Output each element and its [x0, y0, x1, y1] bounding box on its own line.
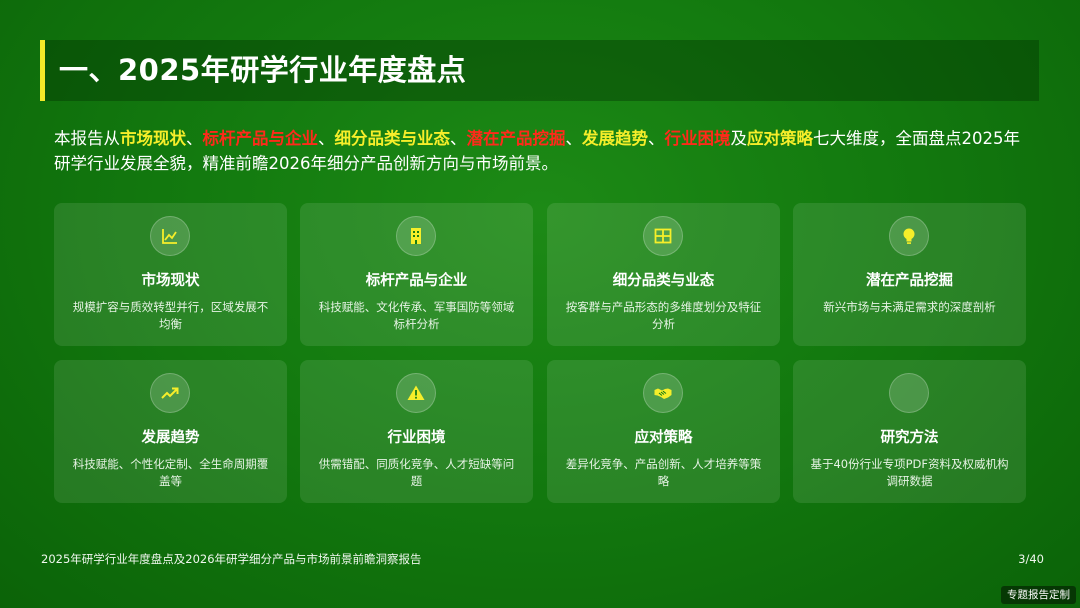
card-title: 市场现状	[141, 273, 200, 289]
watermark-badge: 专题报告定制	[1001, 586, 1076, 604]
intro-highlight: 细分品类与业态	[334, 129, 451, 148]
warning-icon	[396, 373, 436, 413]
intro-text: 、	[450, 129, 467, 148]
card-desc: 规模扩容与质效转型并行，区域发展不均衡	[72, 300, 269, 331]
intro-text: 、	[186, 129, 203, 148]
intro-text: 、	[318, 129, 335, 148]
handshake-icon	[643, 373, 683, 413]
page-title: 一、2025年研学行业年度盘点	[59, 53, 467, 87]
intro-highlight: 标杆产品与企业	[202, 129, 319, 148]
intro-highlight: 市场现状	[120, 129, 186, 148]
card-desc: 基于40份行业专项PDF资料及权威机构调研数据	[810, 457, 1009, 488]
card-desc: 科技赋能、个性化定制、全生命周期覆盖等	[72, 457, 269, 488]
card-strategies: 应对策略 差异化竞争、产品创新、人才培养等策略	[547, 360, 780, 503]
lightbulb-icon	[889, 216, 929, 256]
card-difficulties: 行业困境 供需错配、同质化竞争、人才短缺等问题	[300, 360, 533, 503]
card-desc: 供需错配、同质化竞争、人才短缺等问题	[318, 457, 515, 488]
page-number: 3/40	[1018, 552, 1044, 566]
footer-report-title: 2025年研学行业年度盘点及2026年研学细分产品与市场前景前瞻洞察报告	[41, 552, 422, 566]
card-desc: 新兴市场与未满足需求的深度剖析	[823, 300, 996, 314]
intro-text: 本报告从	[54, 129, 120, 148]
card-benchmark: 标杆产品与企业 科技赋能、文化传承、军事国防等领域标杆分析	[300, 203, 533, 346]
card-desc: 按客群与产品形态的多维度划分及特征分析	[565, 300, 762, 331]
building-icon	[396, 216, 436, 256]
card-methods: 研究方法 基于40份行业专项PDF资料及权威机构调研数据	[793, 360, 1026, 503]
card-title: 发展趋势	[141, 430, 200, 446]
intro-paragraph: 本报告从市场现状、标杆产品与企业、细分品类与业态、潜在产品挖掘、发展趋势、行业困…	[54, 126, 1034, 176]
intro-highlight: 行业困境	[664, 129, 731, 148]
intro-text: 、	[565, 129, 583, 148]
card-title: 标杆产品与企业	[365, 273, 468, 289]
intro-highlight: 潜在产品挖掘	[466, 129, 566, 148]
intro-text: 及	[730, 129, 748, 148]
blank-icon	[889, 373, 929, 413]
chart-line-icon	[150, 216, 190, 256]
intro-text: 、	[648, 129, 665, 148]
card-desc: 差异化竞争、产品创新、人才培养等策略	[565, 457, 762, 488]
card-market-status: 市场现状 规模扩容与质效转型并行，区域发展不均衡	[54, 203, 287, 346]
card-trends: 发展趋势 科技赋能、个性化定制、全生命周期覆盖等	[54, 360, 287, 503]
card-title: 应对策略	[634, 430, 693, 446]
title-bar: 一、2025年研学行业年度盘点	[40, 40, 1039, 101]
card-title: 研究方法	[880, 430, 939, 446]
card-title: 行业困境	[387, 430, 446, 446]
card-title: 细分品类与业态	[612, 273, 715, 289]
grid-icon	[643, 216, 683, 256]
intro-highlight: 发展趋势	[582, 129, 648, 148]
intro-highlight: 应对策略	[747, 129, 813, 148]
card-segments: 细分品类与业态 按客群与产品形态的多维度划分及特征分析	[547, 203, 780, 346]
card-potential: 潜在产品挖掘 新兴市场与未满足需求的深度剖析	[793, 203, 1026, 346]
card-desc: 科技赋能、文化传承、军事国防等领域标杆分析	[318, 300, 515, 331]
card-title: 潜在产品挖掘	[866, 273, 953, 289]
trend-up-icon	[150, 373, 190, 413]
